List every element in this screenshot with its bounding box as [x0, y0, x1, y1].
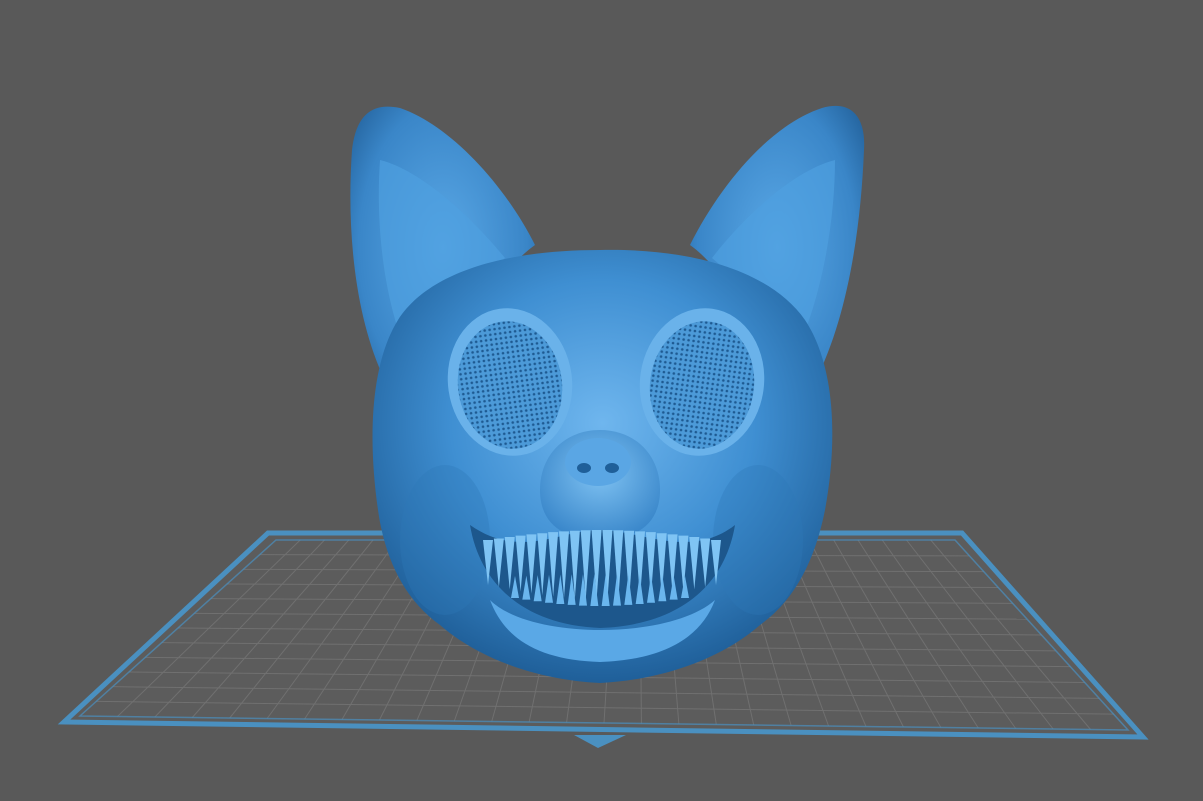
left-nostril: [577, 463, 591, 473]
cat-mask-model[interactable]: [350, 105, 865, 683]
right-nostril: [605, 463, 619, 473]
triangle-marker-icon: [574, 735, 626, 748]
3d-viewport[interactable]: [0, 0, 1203, 801]
viewport-canvas[interactable]: [0, 0, 1203, 801]
nose: [565, 438, 631, 486]
